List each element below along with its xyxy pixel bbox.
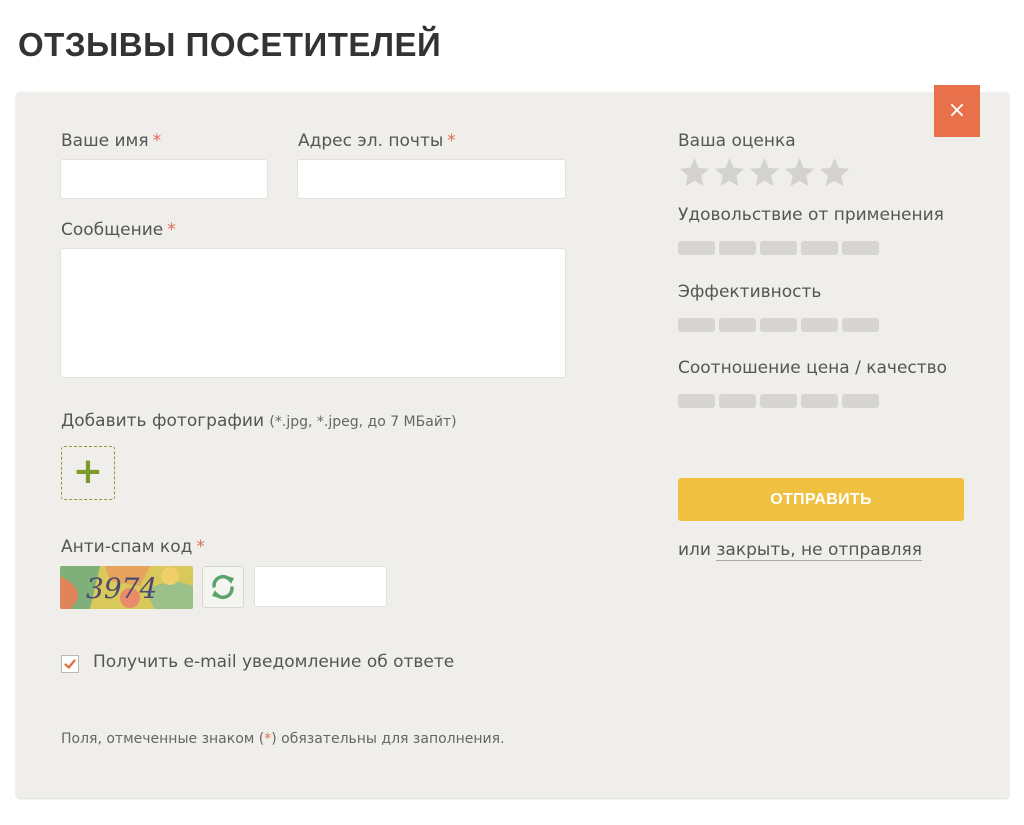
captcha-image: 3974 bbox=[60, 566, 193, 609]
submit-button[interactable]: ОТПРАВИТЬ bbox=[678, 478, 964, 521]
rating-segment[interactable] bbox=[842, 318, 879, 332]
message-label: Сообщение * bbox=[61, 220, 176, 240]
rating-segment[interactable] bbox=[678, 241, 715, 255]
required-footnote: Поля, отмеченные знаком (*) обязательны … bbox=[61, 731, 505, 747]
criterion-rating-effectiveness bbox=[678, 318, 879, 332]
rating-segment[interactable] bbox=[760, 241, 797, 255]
name-input[interactable] bbox=[60, 159, 268, 199]
star-icon[interactable] bbox=[748, 156, 781, 189]
close-without-sending: или закрыть, не отправляя bbox=[678, 540, 922, 561]
close-button[interactable]: × bbox=[934, 85, 980, 137]
message-textarea[interactable] bbox=[60, 248, 566, 378]
criterion-rating-price-quality bbox=[678, 394, 879, 408]
required-mark: * bbox=[152, 131, 162, 151]
rating-segment[interactable] bbox=[842, 394, 879, 408]
notify-checkbox[interactable] bbox=[61, 655, 79, 673]
refresh-captcha-button[interactable] bbox=[202, 566, 244, 608]
star-icon[interactable] bbox=[818, 156, 851, 189]
rating-segment[interactable] bbox=[719, 394, 756, 408]
rating-segment[interactable] bbox=[801, 394, 838, 408]
captcha-code: 3974 bbox=[86, 572, 157, 605]
rating-segment[interactable] bbox=[801, 318, 838, 332]
required-mark: * bbox=[447, 131, 456, 151]
checkmark-icon bbox=[64, 659, 76, 669]
close-without-sending-link[interactable]: закрыть, не отправляя bbox=[716, 540, 922, 561]
criterion-label-price-quality: Соотношение цена / качество bbox=[678, 358, 948, 378]
refresh-icon bbox=[212, 574, 234, 600]
email-input[interactable] bbox=[297, 159, 566, 199]
star-icon[interactable] bbox=[678, 156, 711, 189]
criterion-rating-satisfaction bbox=[678, 241, 879, 255]
criterion-label-effectiveness: Эффективность bbox=[678, 282, 822, 302]
notify-label: Получить e-mail уведомление об ответе bbox=[93, 652, 455, 672]
star-icon[interactable] bbox=[713, 156, 746, 189]
rating-segment[interactable] bbox=[678, 318, 715, 332]
name-label: Ваше имя * bbox=[61, 131, 162, 151]
overall-rating-label: Ваша оценка bbox=[678, 131, 796, 151]
photos-hint: (*.jpg, *.jpeg, до 7 МБайт) bbox=[269, 414, 457, 430]
page-title: ОТЗЫВЫ ПОСЕТИТЕЛЕЙ bbox=[18, 26, 442, 63]
rating-segment[interactable] bbox=[842, 241, 879, 255]
rating-segment[interactable] bbox=[678, 394, 715, 408]
rating-segment[interactable] bbox=[719, 241, 756, 255]
add-photo-button[interactable]: + bbox=[61, 446, 115, 500]
close-icon: × bbox=[947, 98, 967, 123]
rating-segment[interactable] bbox=[760, 394, 797, 408]
plus-icon: + bbox=[72, 451, 104, 492]
criterion-label-satisfaction: Удовольствие от применения bbox=[678, 205, 944, 225]
rating-segment[interactable] bbox=[760, 318, 797, 332]
rating-segment[interactable] bbox=[801, 241, 838, 255]
antispam-label: Анти-спам код * bbox=[61, 537, 205, 557]
photos-label: Добавить фотографии (*.jpg, *.jpeg, до 7… bbox=[61, 411, 457, 431]
captcha-input[interactable] bbox=[254, 566, 387, 607]
email-label: Адрес эл. почты * bbox=[298, 131, 456, 151]
star-rating bbox=[678, 156, 851, 189]
required-mark: * bbox=[167, 220, 176, 240]
star-icon[interactable] bbox=[783, 156, 816, 189]
rating-segment[interactable] bbox=[719, 318, 756, 332]
required-mark: * bbox=[196, 537, 205, 557]
